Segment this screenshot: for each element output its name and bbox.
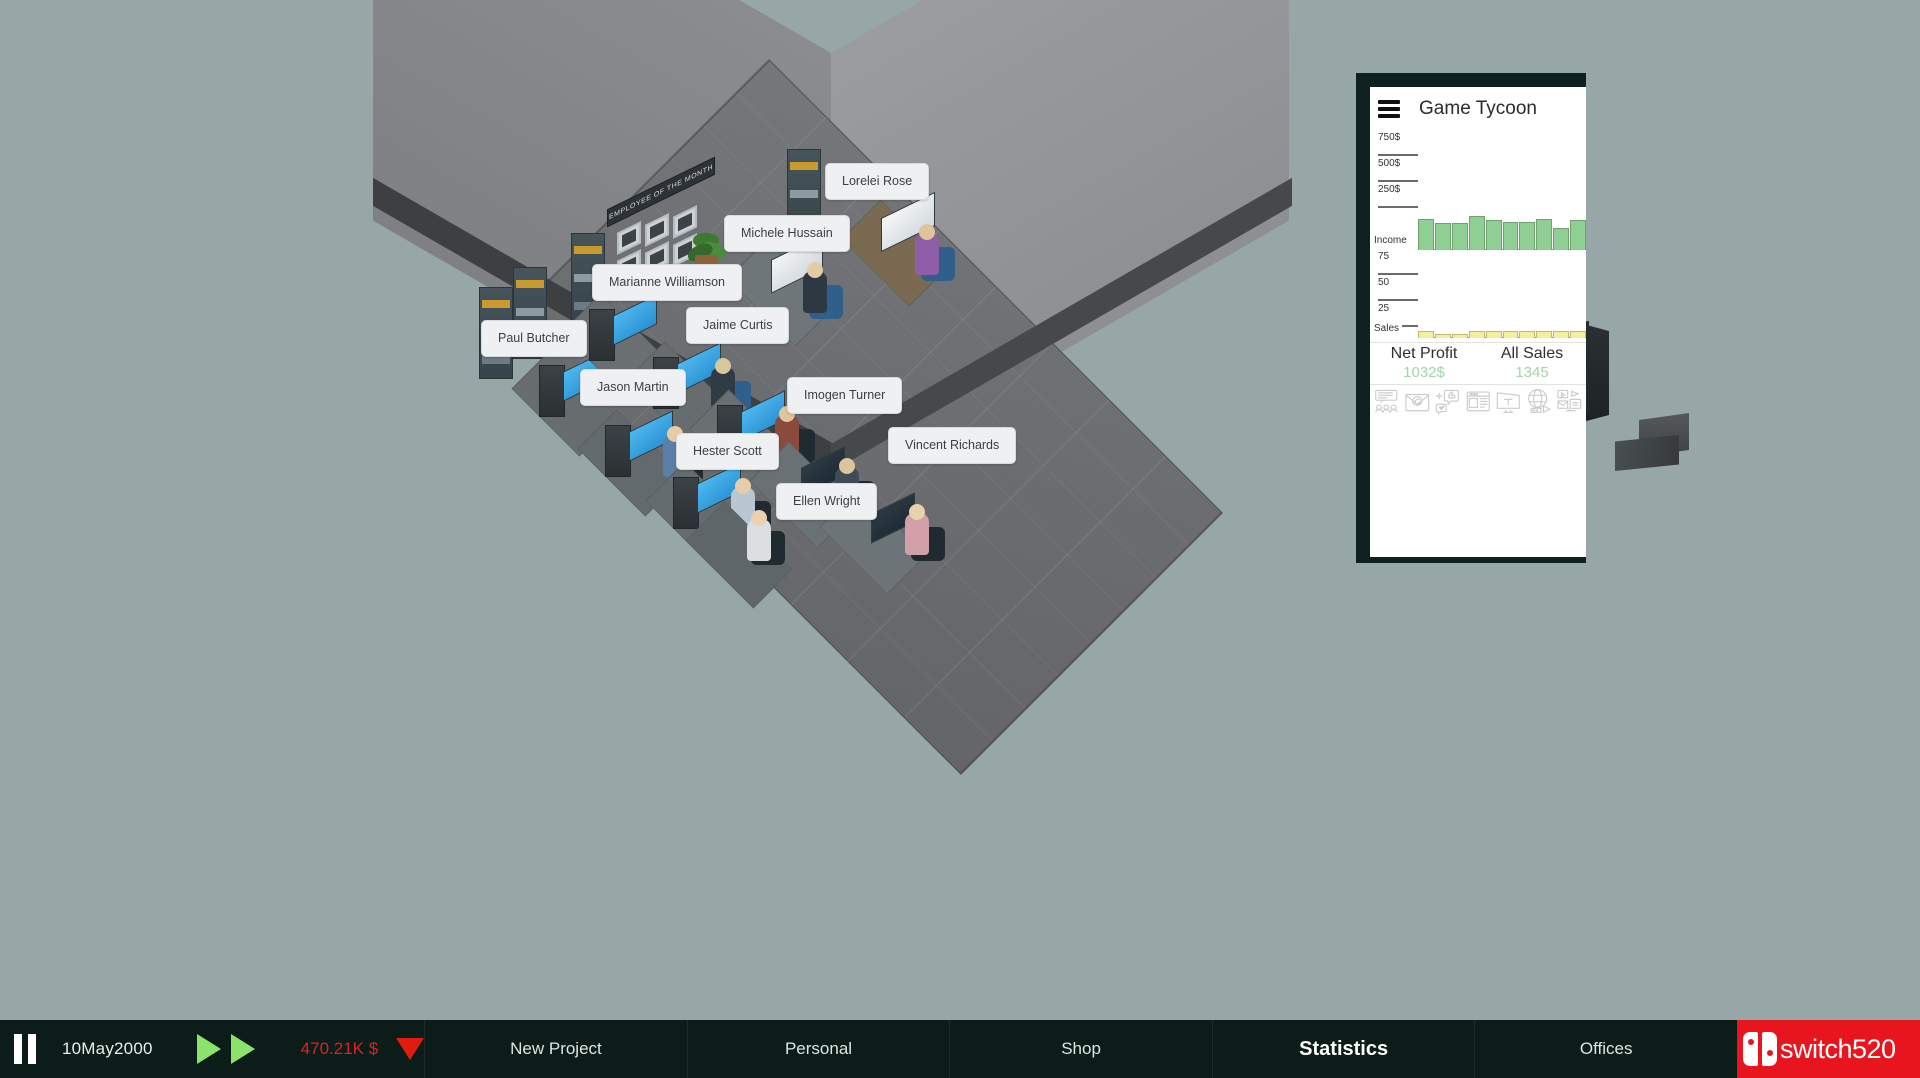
chart-bar (1502, 331, 1519, 338)
menu-item-statistics[interactable]: Statistics (1211, 1020, 1475, 1078)
employee-name-tag[interactable]: Jason Martin (580, 369, 686, 406)
pause-icon[interactable] (14, 1034, 40, 1064)
axis-tick-label: 750$ (1378, 131, 1404, 145)
chart-bar (1434, 333, 1451, 338)
speed-controls (196, 1034, 255, 1064)
employee-name-tag[interactable]: Imogen Turner (787, 377, 903, 414)
employee-name-tag[interactable]: Paul Butcher (481, 320, 587, 357)
axis-tick-rule (1378, 273, 1418, 275)
axis-tick-label: 250$ (1378, 183, 1404, 197)
employee-name-tag[interactable]: Jaime Curtis (686, 307, 790, 344)
employee-avatar (803, 262, 827, 313)
axis-tick-label: 75 (1378, 250, 1393, 264)
chart-bar (1485, 220, 1502, 250)
net-profit-label: Net Profit (1390, 345, 1458, 362)
brand-text: switch520 (1780, 1033, 1896, 1064)
sales-axis-label: Sales (1374, 322, 1403, 336)
employee-avatar (905, 504, 929, 555)
chart-bar (1536, 218, 1553, 250)
chart-bar (1468, 215, 1485, 250)
panel-title: Game Tycoon (1419, 98, 1537, 119)
employee-name-tag[interactable]: Ellen Wright (776, 483, 878, 520)
all-sales-value: 1345 (1515, 364, 1549, 381)
brand-watermark: switch520 (1737, 1020, 1920, 1078)
employee-name-tag[interactable]: Michele Hussain (724, 215, 850, 252)
sales-bars (1418, 316, 1586, 338)
pc-tower (589, 309, 615, 361)
chart-bar (1570, 330, 1586, 338)
income-axis-label: Income (1374, 234, 1410, 248)
chart-bar (1553, 331, 1570, 338)
chart-bar (1434, 223, 1451, 250)
axis-tick-label: 50 (1378, 276, 1393, 290)
trend-down-icon (396, 1038, 425, 1060)
switch-logo-icon (1743, 1032, 1777, 1066)
play-icon[interactable] (196, 1034, 221, 1064)
tv-icon[interactable] (1494, 388, 1523, 414)
employee-name-tag[interactable]: Marianne Williamson (592, 264, 743, 301)
employee-avatar (915, 224, 939, 275)
axis-tick-label: 500$ (1378, 157, 1404, 171)
media-mix-icon[interactable] (1555, 388, 1584, 414)
web-globe-icon[interactable] (1525, 388, 1554, 414)
axis-tick-rule (1378, 206, 1418, 208)
money-amount: 470.21K $ (300, 1039, 379, 1058)
totals-row: Net Profit 1032$ All Sales 1345 (1370, 342, 1586, 381)
pc-tower (539, 365, 565, 417)
forum-icon[interactable] (1372, 388, 1401, 414)
all-sales-label: All Sales (1500, 345, 1564, 362)
panel-header: Game Tycoon (1370, 87, 1586, 131)
menu-item-shop[interactable]: Shop (949, 1020, 1212, 1078)
axis-tick-rule (1378, 154, 1418, 156)
hamburger-icon[interactable] (1378, 97, 1400, 121)
newspaper-icon[interactable] (1464, 388, 1493, 414)
email-icon[interactable] (1403, 388, 1432, 414)
axis-tick-rule (1378, 180, 1418, 182)
income-bars (1418, 214, 1586, 250)
chart-bar (1418, 330, 1434, 338)
chart-bar (1418, 218, 1434, 250)
employee-name-tag[interactable]: Hester Scott (676, 433, 779, 470)
employee-name-tag[interactable]: Lorelei Rose (825, 163, 930, 200)
sales-chart: 75 50 25 Sales (1370, 250, 1586, 338)
net-profit-block: Net Profit 1032$ (1370, 343, 1478, 381)
game-date: 10May2000 (62, 1039, 153, 1058)
axis-tick-label: 25 (1378, 302, 1393, 316)
office-scene: EMPLOYEE OF THE MONTH Lorelei Rose Miche… (0, 0, 1920, 1020)
bottom-toolbar: 10May2000 470.21K $ New Project Personal S… (0, 1020, 1920, 1078)
employee-avatar (747, 510, 771, 561)
income-chart: 750$ 500$ 250$ Income (1370, 131, 1586, 250)
chart-bar (1536, 331, 1553, 338)
axis-tick-rule (1378, 299, 1418, 301)
chart-bar (1553, 228, 1570, 250)
menu-item-new-project[interactable]: New Project (424, 1020, 687, 1078)
chart-bar (1519, 331, 1536, 338)
statistics-panel: Game Tycoon 750$ 500$ 250$ Income 75 50 25 S… (1356, 73, 1586, 563)
chart-bar (1570, 220, 1586, 250)
chart-bar (1485, 330, 1502, 338)
pc-tower (673, 477, 699, 529)
chart-bar (1451, 223, 1468, 250)
chart-bar (1519, 222, 1536, 250)
social-media-icon[interactable] (1433, 388, 1462, 414)
employee-name-tag[interactable]: Vincent Richards (888, 427, 1017, 464)
chart-bar (1468, 330, 1485, 338)
main-menu: New Project Personal Shop Statistics Offices (424, 1020, 1737, 1078)
all-sales-block: All Sales 1345 (1478, 343, 1586, 381)
menu-item-offices[interactable]: Offices (1474, 1020, 1737, 1078)
net-profit-value: 1032$ (1403, 364, 1445, 381)
menu-item-personal[interactable]: Personal (686, 1020, 950, 1078)
pc-tower (605, 425, 631, 477)
chart-bar (1451, 333, 1468, 338)
fast-forward-icon[interactable] (230, 1034, 255, 1064)
marketing-icons (1370, 384, 1586, 414)
sofa[interactable] (1615, 413, 1701, 487)
chart-bar (1502, 222, 1519, 250)
